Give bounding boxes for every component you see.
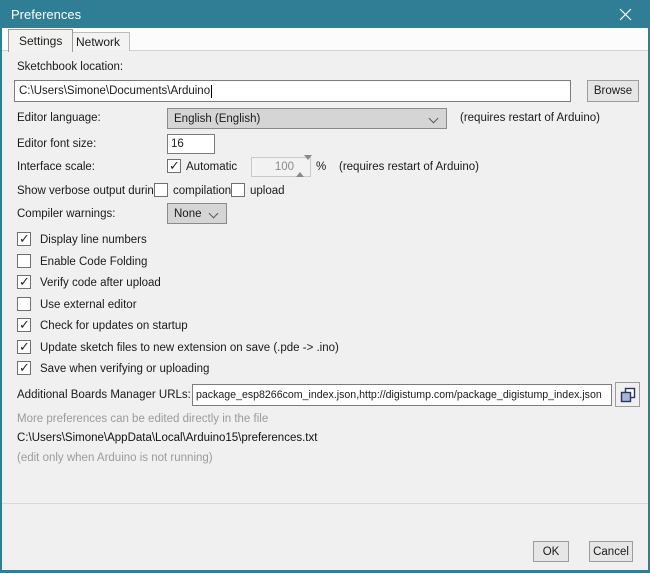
compiler-warnings-value: None bbox=[174, 208, 202, 220]
update-sketch-files-label: Update sketch files to new extension on … bbox=[40, 342, 339, 354]
compiler-warnings-label: Compiler warnings: bbox=[17, 208, 115, 220]
check-for-updates-checkbox[interactable] bbox=[17, 318, 31, 332]
editor-font-size-label: Editor font size: bbox=[17, 138, 96, 150]
boards-manager-urls-label: Additional Boards Manager URLs: bbox=[17, 389, 191, 401]
preferences-file-path: C:\Users\Simone\AppData\Local\Arduino15\… bbox=[17, 432, 317, 444]
automatic-scale-checkbox-label: Automatic bbox=[186, 161, 237, 173]
save-when-verifying-checkbox[interactable] bbox=[17, 361, 31, 375]
save-when-verifying-label: Save when verifying or uploading bbox=[40, 363, 209, 375]
browse-button-label: Browse bbox=[594, 85, 632, 97]
title-bar: Preferences bbox=[0, 0, 650, 28]
boards-manager-urls-input[interactable] bbox=[192, 384, 612, 406]
tab-network-label: Network bbox=[76, 35, 120, 49]
editor-language-value: English (English) bbox=[174, 113, 260, 125]
chevron-down-icon bbox=[209, 209, 219, 219]
chevron-down-icon bbox=[429, 114, 439, 124]
scale-value-spinner[interactable]: 100 bbox=[251, 157, 311, 177]
automatic-scale-checkbox[interactable] bbox=[167, 159, 181, 173]
windows-overlap-icon bbox=[620, 387, 636, 403]
tab-strip: Settings Network bbox=[2, 28, 648, 51]
ok-button[interactable]: OK bbox=[533, 541, 569, 562]
verify-code-after-upload-checkbox[interactable] bbox=[17, 275, 31, 289]
edit-only-note: (edit only when Arduino is not running) bbox=[17, 452, 213, 464]
sketchbook-location-value: C:\Users\Simone\Documents\Arduino bbox=[19, 85, 210, 97]
more-preferences-note: More preferences can be edited directly … bbox=[17, 413, 268, 425]
tab-network[interactable]: Network bbox=[66, 32, 130, 51]
compiler-warnings-select[interactable]: None bbox=[167, 203, 227, 224]
sketchbook-location-input[interactable]: C:\Users\Simone\Documents\Arduino bbox=[14, 80, 571, 102]
dialog-title: Preferences bbox=[0, 7, 81, 22]
spinner-arrows-icon bbox=[296, 160, 308, 172]
display-line-numbers-checkbox[interactable] bbox=[17, 232, 31, 246]
sketchbook-location-label: Sketchbook location: bbox=[17, 61, 123, 73]
update-sketch-files-checkbox[interactable] bbox=[17, 340, 31, 354]
browse-button[interactable]: Browse bbox=[587, 80, 639, 102]
percent-sign: % bbox=[316, 161, 326, 173]
check-for-updates-label: Check for updates on startup bbox=[40, 320, 188, 332]
tab-settings[interactable]: Settings bbox=[8, 29, 73, 52]
cancel-button-label: Cancel bbox=[593, 546, 629, 558]
editor-language-label: Editor language: bbox=[17, 112, 101, 124]
interface-scale-label: Interface scale: bbox=[17, 161, 95, 173]
use-external-editor-checkbox[interactable] bbox=[17, 297, 31, 311]
verbose-compilation-checkbox[interactable] bbox=[154, 183, 168, 197]
enable-code-folding-label: Enable Code Folding bbox=[40, 256, 147, 268]
tab-settings-label: Settings bbox=[19, 34, 62, 48]
ok-button-label: OK bbox=[543, 546, 560, 558]
scale-restart-note: (requires restart of Arduino) bbox=[339, 161, 479, 173]
display-line-numbers-label: Display line numbers bbox=[40, 234, 147, 246]
verify-code-after-upload-label: Verify code after upload bbox=[40, 277, 161, 289]
footer-separator bbox=[2, 503, 648, 504]
preferences-dialog: Preferences Settings Network Sketchbook … bbox=[0, 0, 650, 573]
verbose-upload-label: upload bbox=[250, 185, 285, 197]
language-restart-note: (requires restart of Arduino) bbox=[460, 112, 600, 124]
editor-language-select[interactable]: English (English) bbox=[167, 108, 447, 129]
text-caret bbox=[211, 85, 212, 98]
cancel-button[interactable]: Cancel bbox=[589, 541, 633, 562]
open-urls-editor-button[interactable] bbox=[615, 382, 640, 407]
enable-code-folding-checkbox[interactable] bbox=[17, 254, 31, 268]
editor-font-size-input[interactable] bbox=[167, 134, 215, 154]
close-button[interactable] bbox=[608, 0, 642, 28]
verbose-output-label: Show verbose output during: bbox=[17, 185, 163, 197]
verbose-upload-checkbox[interactable] bbox=[231, 183, 245, 197]
use-external-editor-label: Use external editor bbox=[40, 299, 137, 311]
close-icon bbox=[619, 8, 632, 21]
verbose-compilation-label: compilation bbox=[173, 185, 231, 197]
